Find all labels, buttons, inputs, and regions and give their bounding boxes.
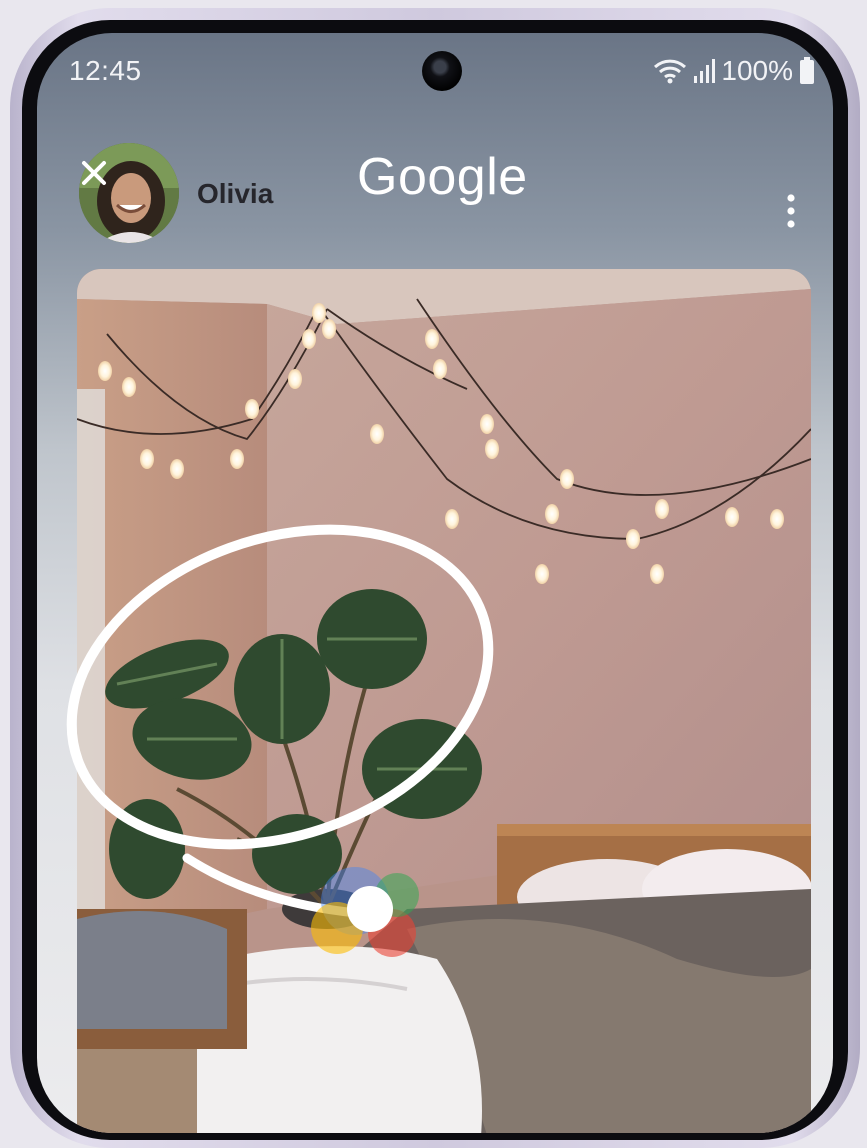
status-icons: 100% — [653, 55, 815, 87]
battery-text: 100% — [721, 55, 793, 86]
more-vert-icon[interactable] — [781, 191, 801, 231]
battery-icon — [799, 57, 815, 85]
bedroom-photo[interactable] — [77, 269, 811, 1133]
front-camera — [422, 51, 462, 91]
wifi-icon — [653, 58, 687, 84]
user-name: Olivia — [197, 178, 274, 209]
screen: 12:45 100% Olivia Google — [37, 33, 833, 1133]
signal-icon — [693, 58, 716, 84]
status-bar: 12:45 100% — [37, 33, 833, 113]
status-time: 12:45 — [69, 55, 142, 86]
top-bar: Olivia Google — [37, 133, 833, 253]
close-icon[interactable] — [79, 158, 109, 188]
google-logo: Google — [357, 148, 528, 206]
